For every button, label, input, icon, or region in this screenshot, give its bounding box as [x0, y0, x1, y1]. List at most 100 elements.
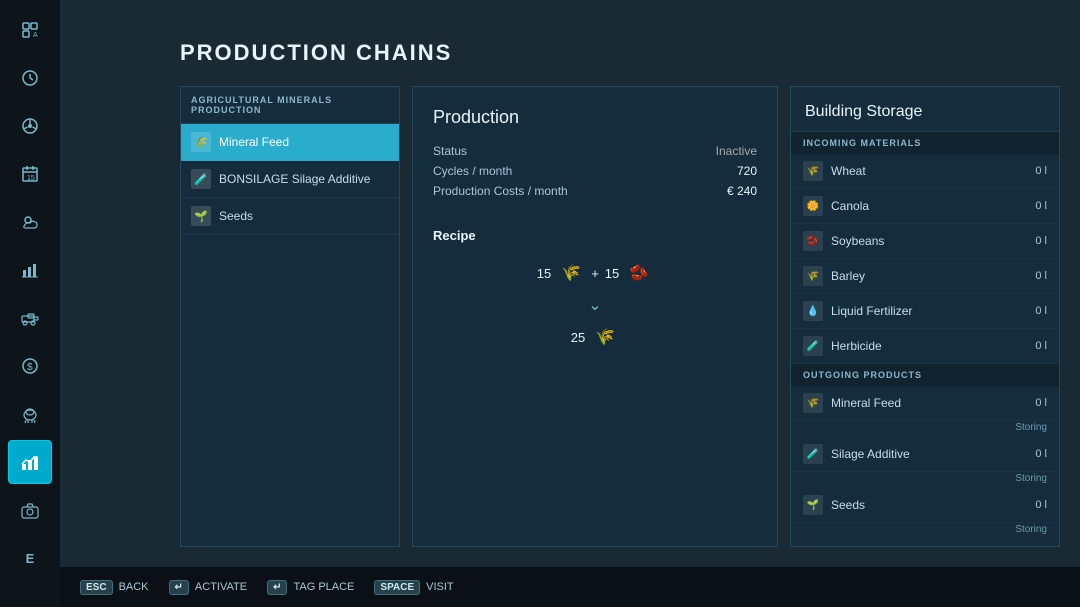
vehicle-icon — [18, 306, 42, 330]
production-icon — [18, 450, 42, 474]
key-label-1: ACTIVATE — [195, 581, 247, 593]
outgoing-item-wrapper-0: 🌾 Mineral Feed 0 l Storing — [791, 386, 1059, 437]
finance-icon: $ — [18, 354, 42, 378]
sidebar-item-map[interactable]: A — [8, 8, 52, 52]
storage-value-outgoing-0: 0 l — [1035, 397, 1047, 409]
status-row: Status Inactive — [433, 144, 757, 158]
incoming-item-4: 💧 Liquid Fertilizer 0 l — [791, 294, 1059, 329]
production-list-panel: AGRICULTURAL MINERALS PRODUCTION 🌾 Miner… — [180, 86, 400, 547]
production-list-items: 🌾 Mineral Feed 🧪 BONSILAGE Silage Additi… — [181, 124, 399, 235]
recipe-plus: + — [591, 266, 599, 281]
cycles-value: 720 — [737, 164, 757, 178]
storage-icon-incoming-2: 🫘 — [803, 231, 823, 251]
production-list-item-bonsilage[interactable]: 🧪 BONSILAGE Silage Additive — [181, 161, 399, 198]
bottom-bar: ESC BACK ↵ ACTIVATE ↵ TAG PLACE SPACE VI… — [60, 567, 1080, 607]
recipe-output-qty: 25 — [571, 330, 585, 345]
recipe-output-icon: 🌾 — [591, 323, 619, 351]
cycles-row: Cycles / month 720 — [433, 164, 757, 178]
incoming-item-3: 🌾 Barley 0 l — [791, 259, 1059, 294]
animal-icon — [18, 402, 42, 426]
costs-value: € 240 — [727, 184, 757, 198]
key-label-3: VISIT — [426, 581, 454, 593]
key-badge-3: SPACE — [374, 580, 420, 595]
page-title: PRODUCTION CHAINS — [180, 40, 1060, 66]
sidebar-item-stats[interactable] — [8, 248, 52, 292]
recipe-down-arrow: ⌄ — [588, 295, 601, 315]
outgoing-item-0: 🌾 Mineral Feed 0 l — [791, 386, 1059, 421]
outgoing-sub-0: Storing — [791, 421, 1059, 437]
stats-icon — [18, 258, 42, 282]
camera-icon — [18, 498, 42, 522]
production-list-item-mineral-feed[interactable]: 🌾 Mineral Feed — [181, 124, 399, 161]
storage-name-outgoing-1: Silage Additive — [831, 447, 1027, 461]
sidebar-item-vehicle[interactable] — [8, 296, 52, 340]
key-label-2: TAG PLACE — [293, 581, 354, 593]
recipe-section: Recipe 15 🌾 + 15 🫘 ⌄ 25 🌾 — [433, 228, 757, 351]
outgoing-item-1: 🧪 Silage Additive 0 l — [791, 437, 1059, 472]
storage-name-outgoing-2: Seeds — [831, 498, 1027, 512]
costs-row: Production Costs / month € 240 — [433, 184, 757, 198]
recipe-output-row: 25 🌾 — [571, 323, 619, 351]
key-hint-3: SPACE VISIT — [374, 580, 453, 595]
storage-name-incoming-5: Herbicide — [831, 339, 1027, 353]
production-list-item-seeds[interactable]: 🌱 Seeds — [181, 198, 399, 235]
storage-icon-outgoing-0: 🌾 — [803, 393, 823, 413]
costs-label: Production Costs / month — [433, 184, 568, 198]
sidebar: A — [0, 0, 60, 607]
steering-icon — [18, 114, 42, 138]
outgoing-item-wrapper-2: 🌱 Seeds 0 l Storing — [791, 488, 1059, 539]
time-icon — [18, 66, 42, 90]
status-label: Status — [433, 144, 467, 158]
storage-value-incoming-4: 0 l — [1035, 305, 1047, 317]
storage-icon-incoming-3: 🌾 — [803, 266, 823, 286]
recipe-input2-qty: 15 — [605, 266, 619, 281]
map-icon: A — [18, 18, 42, 42]
storage-icon-incoming-0: 🌾 — [803, 161, 823, 181]
storage-value-incoming-5: 0 l — [1035, 340, 1047, 352]
recipe-input1-icon: 🌾 — [557, 259, 585, 287]
storage-name-incoming-0: Wheat — [831, 164, 1027, 178]
svg-text:15: 15 — [27, 175, 35, 182]
svg-text:A: A — [33, 32, 38, 39]
incoming-item-2: 🫘 Soybeans 0 l — [791, 224, 1059, 259]
status-value: Inactive — [716, 144, 757, 158]
storage-value-incoming-3: 0 l — [1035, 270, 1047, 282]
item-label-seeds: Seeds — [219, 209, 253, 223]
storage-name-incoming-4: Liquid Fertilizer — [831, 304, 1027, 318]
item-icon-bonsilage: 🧪 — [191, 169, 211, 189]
outgoing-sub-1: Storing — [791, 472, 1059, 488]
production-stats: Status Inactive Cycles / month 720 Produ… — [433, 144, 757, 198]
recipe-title: Recipe — [433, 228, 757, 243]
storage-name-outgoing-0: Mineral Feed — [831, 396, 1027, 410]
sidebar-item-calendar[interactable]: 15 — [8, 152, 52, 196]
storage-icon-outgoing-1: 🧪 — [803, 444, 823, 464]
sidebar-item-production[interactable] — [8, 440, 52, 484]
panels-row: AGRICULTURAL MINERALS PRODUCTION 🌾 Miner… — [180, 86, 1060, 547]
incoming-item-0: 🌾 Wheat 0 l — [791, 154, 1059, 189]
sidebar-item-animal[interactable] — [8, 392, 52, 436]
outgoing-header: OUTGOING PRODUCTS — [791, 364, 1059, 386]
storage-icon-outgoing-2: 🌱 — [803, 495, 823, 515]
item-label-mineral-feed: Mineral Feed — [219, 135, 289, 149]
storage-value-outgoing-2: 0 l — [1035, 499, 1047, 511]
sidebar-item-extra[interactable]: E — [8, 536, 52, 580]
recipe-formula: 15 🌾 + 15 🫘 ⌄ 25 🌾 — [433, 259, 757, 351]
sidebar-item-finance[interactable]: $ — [8, 344, 52, 388]
sidebar-item-steering[interactable] — [8, 104, 52, 148]
calendar-icon: 15 — [18, 162, 42, 186]
storage-value-incoming-1: 0 l — [1035, 200, 1047, 212]
key-hint-0: ESC BACK — [80, 580, 149, 595]
incoming-item-5: 🧪 Herbicide 0 l — [791, 329, 1059, 364]
outgoing-sub-2: Storing — [791, 523, 1059, 539]
sidebar-item-weather[interactable] — [8, 200, 52, 244]
recipe-input1-qty: 15 — [537, 266, 551, 281]
key-label-0: BACK — [119, 581, 149, 593]
key-hints-container: ESC BACK ↵ ACTIVATE ↵ TAG PLACE SPACE VI… — [80, 580, 454, 595]
sidebar-item-time[interactable] — [8, 56, 52, 100]
key-badge-1: ↵ — [169, 580, 189, 595]
storage-icon-incoming-4: 💧 — [803, 301, 823, 321]
sidebar-item-camera[interactable] — [8, 488, 52, 532]
key-badge-0: ESC — [80, 580, 113, 595]
storage-name-incoming-3: Barley — [831, 269, 1027, 283]
storage-icon-incoming-1: 🌼 — [803, 196, 823, 216]
